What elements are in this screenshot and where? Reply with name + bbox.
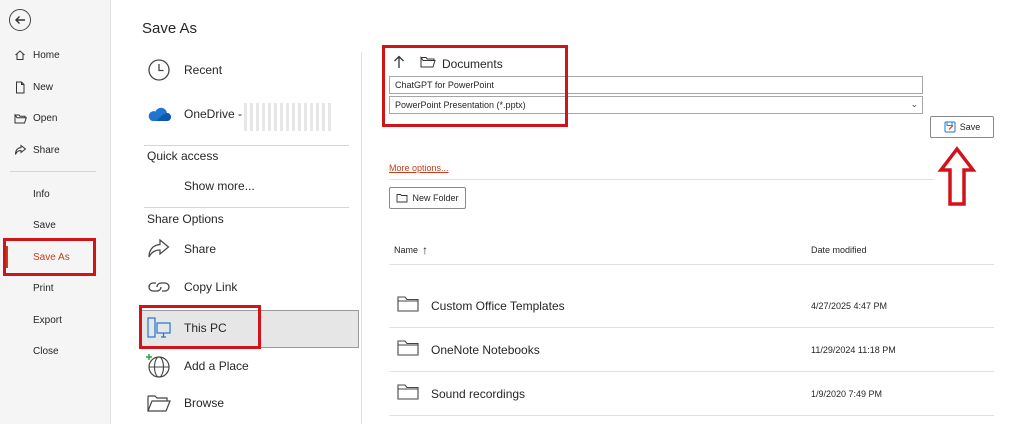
location-copy-link-label: Copy Link: [184, 280, 238, 294]
page-title: Save As: [142, 20, 198, 37]
highlight-this-pc: [139, 305, 261, 349]
highlight-save-fields: [382, 45, 568, 127]
column-header-date[interactable]: Date modified: [811, 245, 867, 255]
onedrive-cloud-icon: [145, 101, 173, 127]
nav-divider: [10, 171, 96, 172]
redacted-account-info: [244, 103, 334, 131]
save-disk-icon: [944, 121, 956, 133]
nav-home[interactable]: Home: [12, 47, 60, 63]
file-row[interactable]: Custom Office Templates 4/27/2025 4:47 P…: [389, 284, 994, 328]
back-arrow-icon[interactable]: [9, 9, 31, 31]
folder-icon: [397, 296, 419, 317]
location-share-label: Share: [184, 242, 217, 256]
open-folder-icon: [12, 112, 28, 124]
nav-new[interactable]: New: [12, 79, 53, 95]
location-add-place-label: Add a Place: [184, 359, 249, 373]
file-date: 1/9/2020 7:49 PM: [811, 389, 883, 399]
file-name: Custom Office Templates: [431, 299, 565, 313]
file-date: 11/29/2024 11:18 PM: [811, 345, 896, 355]
location-recent[interactable]: Recent: [145, 57, 222, 83]
share-icon: [145, 236, 173, 262]
nav-new-label: New: [33, 81, 54, 93]
show-more-label: Show more...: [184, 179, 255, 193]
nav-info[interactable]: Info: [33, 186, 50, 202]
location-share[interactable]: Share: [145, 236, 216, 262]
browse-folder-icon: [145, 390, 173, 416]
nav-open[interactable]: Open: [12, 110, 57, 126]
nav-print-label: Print: [33, 282, 54, 294]
location-copy-link[interactable]: Copy Link: [145, 274, 237, 300]
location-browse[interactable]: Browse: [145, 390, 224, 416]
quick-access-heading: Quick access: [147, 149, 219, 163]
save-button[interactable]: Save: [930, 116, 994, 138]
row-divider: [389, 415, 994, 416]
new-folder-button[interactable]: New Folder: [389, 187, 466, 209]
link-icon: [145, 274, 173, 300]
nav-print[interactable]: Print: [33, 280, 54, 296]
globe-add-icon: [145, 353, 173, 379]
nav-share[interactable]: Share: [12, 142, 60, 158]
home-icon: [12, 49, 28, 61]
file-name: Sound recordings: [431, 387, 526, 401]
location-separator: [144, 145, 349, 146]
new-document-icon: [12, 81, 28, 94]
nav-save-label: Save: [33, 219, 56, 231]
location-browse-label: Browse: [184, 396, 225, 410]
show-more-link[interactable]: Show more...: [184, 179, 255, 193]
file-row[interactable]: Sound recordings 1/9/2020 7:49 PM: [389, 372, 994, 416]
nav-home-label: Home: [33, 49, 60, 61]
nav-open-label: Open: [33, 112, 58, 124]
up-arrow-annotation-icon: [937, 146, 977, 206]
file-name: OneNote Notebooks: [431, 343, 540, 357]
folder-icon: [397, 340, 419, 361]
sort-ascending-icon: ↑: [422, 243, 429, 257]
highlight-save-as: [3, 238, 96, 276]
save-button-label: Save: [959, 122, 981, 132]
file-date: 4/27/2025 4:47 PM: [811, 301, 888, 311]
nav-info-label: Info: [33, 188, 50, 200]
folder-icon: [397, 384, 419, 405]
chevron-down-icon: ⌄: [910, 99, 918, 109]
nav-share-label: Share: [33, 144, 60, 156]
backstage-nav: Home New Open Share Info Save Save As Pr…: [0, 0, 111, 424]
nav-close-label: Close: [33, 345, 59, 357]
header-divider: [389, 264, 994, 265]
nav-save[interactable]: Save: [33, 217, 56, 233]
location-recent-label: Recent: [184, 63, 223, 77]
share-icon: [12, 144, 28, 156]
nav-export[interactable]: Export: [33, 312, 62, 328]
location-onedrive-label: OneDrive -: [184, 107, 243, 121]
nav-close[interactable]: Close: [33, 343, 59, 359]
file-row[interactable]: OneNote Notebooks 11/29/2024 11:18 PM: [389, 328, 994, 372]
clock-icon: [145, 57, 173, 83]
location-separator: [144, 207, 349, 208]
share-options-heading: Share Options: [147, 212, 224, 226]
panel-divider: [361, 52, 362, 424]
new-folder-icon: [397, 194, 408, 203]
new-folder-label: New Folder: [412, 193, 459, 203]
location-onedrive[interactable]: OneDrive -: [145, 101, 242, 127]
column-name-label: Name: [394, 245, 419, 255]
nav-export-label: Export: [33, 314, 62, 326]
more-options-link[interactable]: More options...: [389, 163, 449, 173]
column-header-name[interactable]: Name ↑: [394, 243, 428, 257]
location-add-place[interactable]: Add a Place: [145, 353, 249, 379]
options-divider: [389, 179, 934, 180]
